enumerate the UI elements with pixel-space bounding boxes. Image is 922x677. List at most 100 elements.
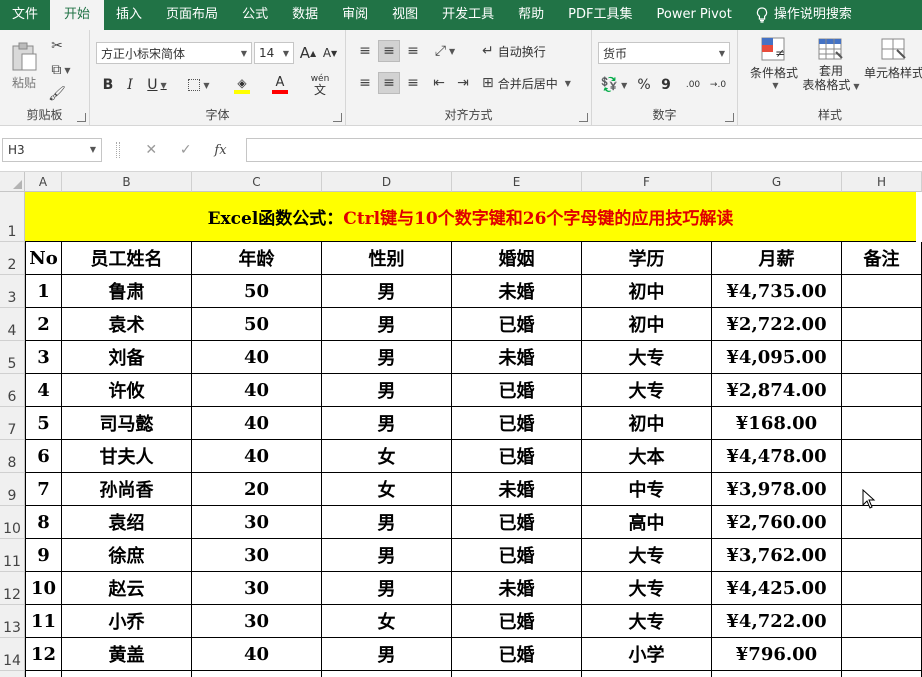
- menu-tab-6[interactable]: 审阅: [330, 0, 380, 30]
- table-cell[interactable]: 大专: [582, 605, 712, 638]
- number-format-dropdown[interactable]: 货币 ▼: [598, 42, 730, 64]
- table-cell[interactable]: 大专: [582, 374, 712, 407]
- comma-style-button[interactable]: 9: [656, 74, 676, 96]
- table-cell[interactable]: [25, 671, 62, 677]
- table-cell[interactable]: ¥796.00: [712, 638, 842, 671]
- menu-tab-9[interactable]: 帮助: [506, 0, 556, 30]
- row-header[interactable]: 7: [0, 407, 25, 440]
- orientation-button[interactable]: ⤢ ▼: [428, 40, 462, 62]
- table-cell[interactable]: [842, 506, 922, 539]
- menu-tab-3[interactable]: 页面布局: [154, 0, 230, 30]
- table-cell[interactable]: ¥168.00: [712, 407, 842, 440]
- menu-tab-11[interactable]: Power Pivot: [644, 0, 743, 30]
- table-cell[interactable]: [452, 671, 582, 677]
- table-cell[interactable]: 大专: [582, 539, 712, 572]
- italic-button[interactable]: I: [120, 74, 140, 96]
- table-cell[interactable]: 孙尚香: [62, 473, 192, 506]
- table-cell[interactable]: 女: [322, 440, 452, 473]
- table-cell[interactable]: [842, 407, 922, 440]
- header-cell[interactable]: 年龄: [192, 242, 322, 275]
- table-cell[interactable]: 40: [192, 341, 322, 374]
- table-cell[interactable]: 小乔: [62, 605, 192, 638]
- table-cell[interactable]: [842, 275, 922, 308]
- table-cell[interactable]: ¥4,735.00: [712, 275, 842, 308]
- row-header[interactable]: 2: [0, 242, 25, 275]
- table-cell[interactable]: 男: [322, 275, 452, 308]
- header-cell[interactable]: 性别: [322, 242, 452, 275]
- merge-center-button[interactable]: ⊞ 合并后居中 ▼: [482, 72, 588, 94]
- table-cell[interactable]: [842, 473, 922, 506]
- table-cell[interactable]: 40: [192, 374, 322, 407]
- table-cell[interactable]: 40: [192, 407, 322, 440]
- header-cell[interactable]: No: [25, 242, 62, 275]
- align-bottom-button[interactable]: ≡: [402, 40, 424, 62]
- column-header-A[interactable]: A: [25, 172, 62, 192]
- insert-function-icon[interactable]: fx: [214, 143, 226, 158]
- table-cell[interactable]: [842, 638, 922, 671]
- table-cell[interactable]: 大专: [582, 341, 712, 374]
- table-cell[interactable]: ¥2,760.00: [712, 506, 842, 539]
- row-header[interactable]: [0, 671, 25, 677]
- table-cell[interactable]: 男: [322, 539, 452, 572]
- alignment-launcher-icon[interactable]: [579, 113, 588, 122]
- format-painter-button[interactable]: 🖌: [46, 84, 68, 104]
- wrap-text-button[interactable]: ↵ 自动换行: [482, 40, 562, 62]
- table-cell[interactable]: 中专: [582, 473, 712, 506]
- table-cell[interactable]: 男: [322, 374, 452, 407]
- table-cell[interactable]: [712, 671, 842, 677]
- bold-button[interactable]: B: [98, 74, 118, 96]
- table-cell[interactable]: 已婚: [452, 407, 582, 440]
- column-header-G[interactable]: G: [712, 172, 842, 192]
- table-cell[interactable]: [62, 671, 192, 677]
- table-cell[interactable]: ¥2,874.00: [712, 374, 842, 407]
- table-cell[interactable]: 高中: [582, 506, 712, 539]
- table-cell[interactable]: 50: [192, 308, 322, 341]
- align-center-button[interactable]: ≡: [378, 72, 400, 94]
- row-header[interactable]: 9: [0, 473, 25, 506]
- table-cell[interactable]: 鲁肃: [62, 275, 192, 308]
- table-cell[interactable]: 5: [25, 407, 62, 440]
- table-cell[interactable]: [842, 605, 922, 638]
- column-header-C[interactable]: C: [192, 172, 322, 192]
- align-right-button[interactable]: ≡: [402, 72, 424, 94]
- percent-button[interactable]: %: [634, 74, 654, 96]
- table-cell[interactable]: 50: [192, 275, 322, 308]
- table-cell[interactable]: [842, 308, 922, 341]
- table-cell[interactable]: 40: [192, 440, 322, 473]
- table-cell[interactable]: 甘夫人: [62, 440, 192, 473]
- row-header[interactable]: 11: [0, 539, 25, 572]
- phonetic-button[interactable]: wén 文: [302, 72, 338, 98]
- decrease-decimal-button[interactable]: →.0: [706, 74, 730, 96]
- table-cell[interactable]: ¥3,978.00: [712, 473, 842, 506]
- align-middle-button[interactable]: ≡: [378, 40, 400, 62]
- table-cell[interactable]: 男: [322, 638, 452, 671]
- table-cell[interactable]: 12: [25, 638, 62, 671]
- table-cell[interactable]: 刘备: [62, 341, 192, 374]
- cancel-icon[interactable]: ✕: [145, 142, 157, 158]
- copy-button[interactable]: ⧉ ▼: [46, 60, 76, 80]
- table-cell[interactable]: 2: [25, 308, 62, 341]
- font-size-dropdown[interactable]: 14 ▼: [254, 42, 294, 64]
- table-cell[interactable]: 女: [322, 605, 452, 638]
- table-cell[interactable]: 40: [192, 638, 322, 671]
- row-header[interactable]: 1: [0, 192, 25, 242]
- row-header[interactable]: 5: [0, 341, 25, 374]
- table-cell[interactable]: 司马懿: [62, 407, 192, 440]
- fill-color-button[interactable]: ◈: [224, 74, 260, 96]
- select-all-corner[interactable]: [0, 172, 25, 192]
- table-cell[interactable]: [842, 440, 922, 473]
- column-header-B[interactable]: B: [62, 172, 192, 192]
- table-cell[interactable]: [842, 374, 922, 407]
- menu-tab-10[interactable]: PDF工具集: [556, 0, 644, 30]
- table-cell[interactable]: 已婚: [452, 638, 582, 671]
- cut-button[interactable]: ✂: [46, 36, 68, 56]
- font-name-dropdown[interactable]: 方正小标宋简体 ▼: [96, 42, 252, 64]
- table-cell[interactable]: [842, 572, 922, 605]
- row-header[interactable]: 13: [0, 605, 25, 638]
- menu-tab-0[interactable]: 文件: [0, 0, 50, 30]
- sheet-title-cell[interactable]: Excel函数公式： Ctrl键与10个数字键和26个字母键的应用技巧解读: [25, 192, 916, 242]
- table-cell[interactable]: 已婚: [452, 539, 582, 572]
- underline-button[interactable]: U ▼: [142, 74, 172, 96]
- table-cell[interactable]: ¥4,478.00: [712, 440, 842, 473]
- accounting-format-button[interactable]: 💱 ▼: [598, 74, 630, 96]
